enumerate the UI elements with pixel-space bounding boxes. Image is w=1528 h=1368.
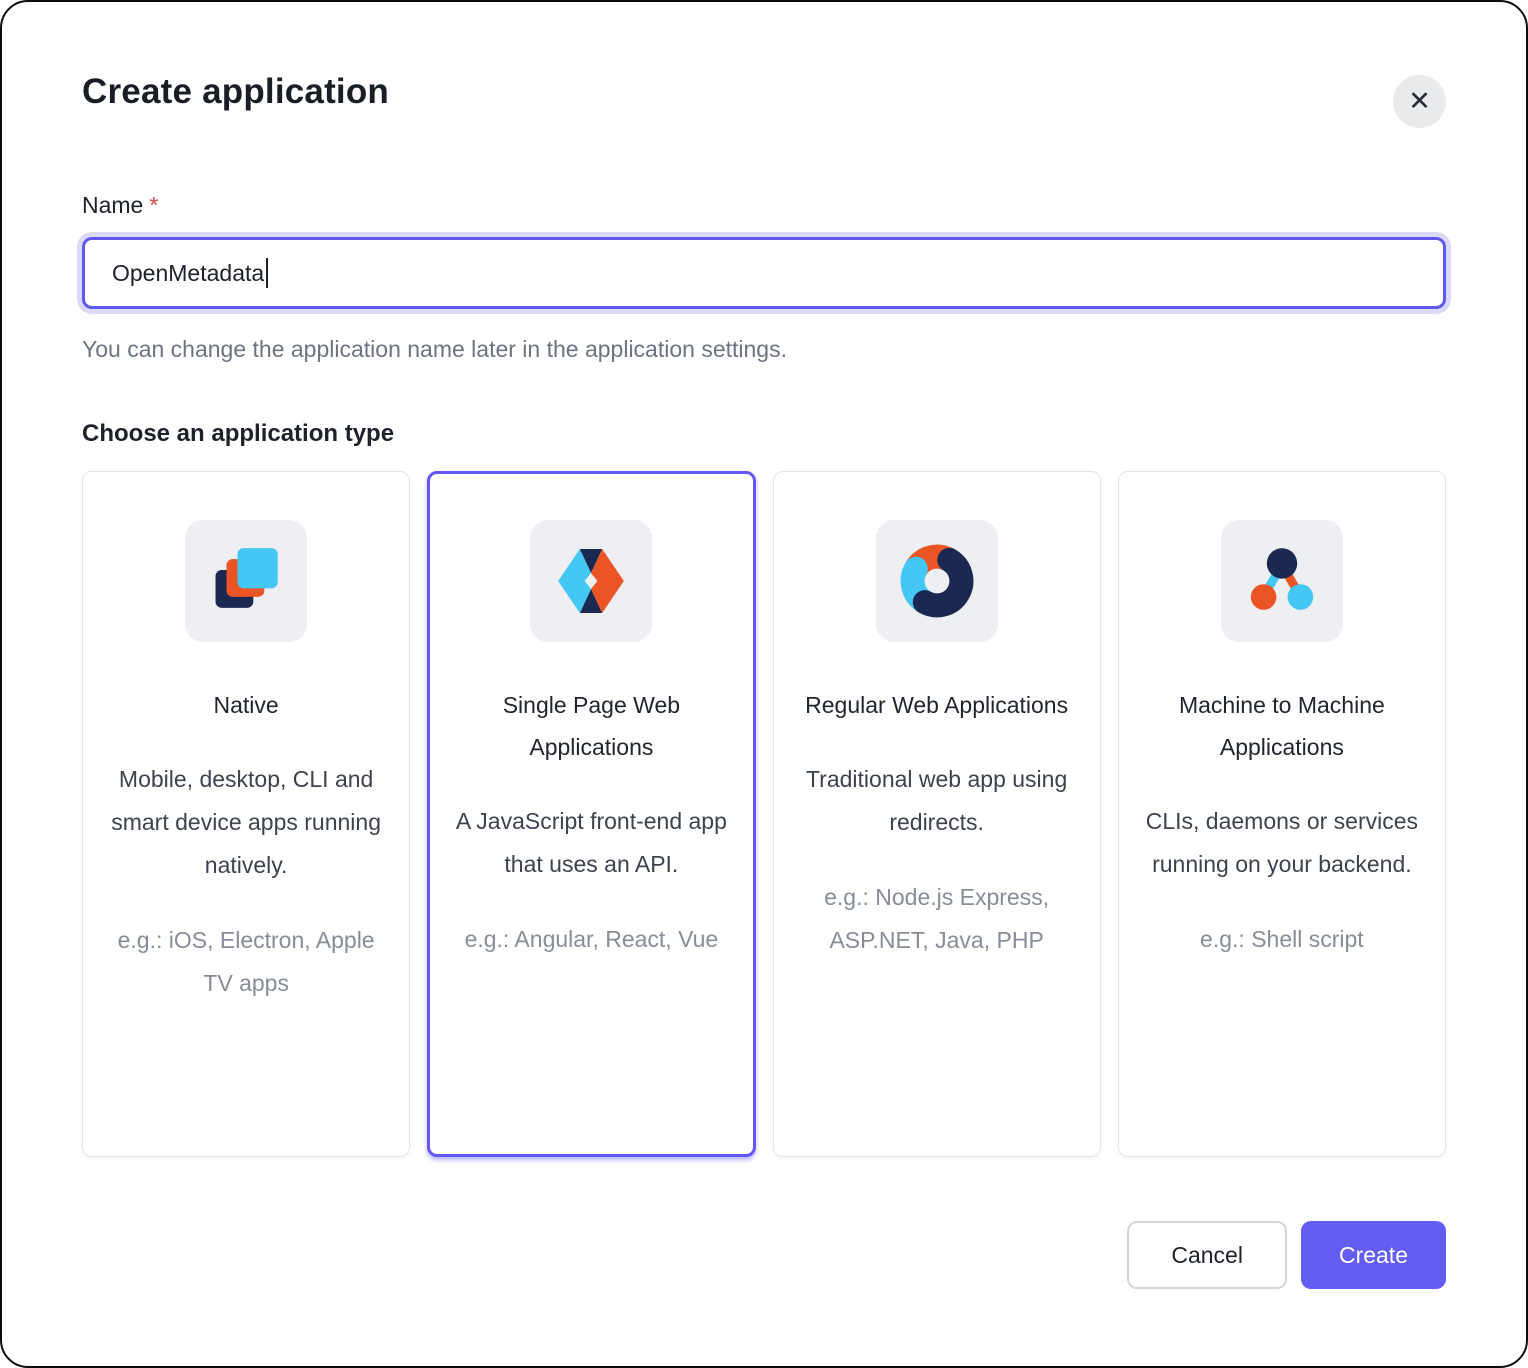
card-examples: e.g.: Angular, React, Vue — [450, 918, 732, 961]
name-label: Name* — [82, 192, 1446, 219]
card-native[interactable]: Native Mobile, desktop, CLI and smart de… — [82, 471, 410, 1157]
card-description: Mobile, desktop, CLI and smart device ap… — [105, 758, 387, 887]
card-description: CLIs, daemons or services running on you… — [1141, 800, 1423, 886]
spa-icon-tile — [530, 520, 652, 642]
native-stacked-squares-icon — [207, 542, 285, 620]
name-input-value: OpenMetadata — [112, 260, 264, 287]
card-regular-web[interactable]: Regular Web Applications Traditional web… — [773, 471, 1101, 1157]
card-single-page-web[interactable]: Single Page Web Applications A JavaScrip… — [427, 471, 755, 1157]
card-title: Single Page Web Applications — [450, 684, 732, 768]
required-asterisk: * — [149, 192, 158, 218]
text-caret — [266, 258, 268, 288]
regular-web-donut-icon — [897, 541, 977, 621]
m2m-icon-tile — [1221, 520, 1343, 642]
card-description: Traditional web app using redirects. — [796, 758, 1078, 844]
card-title: Machine to Machine Applications — [1141, 684, 1423, 768]
card-examples: e.g.: Shell script — [1141, 918, 1423, 961]
close-icon: ✕ — [1408, 88, 1431, 115]
native-icon-tile — [185, 520, 307, 642]
spa-hex-diamond-icon — [551, 541, 631, 621]
name-input[interactable]: OpenMetadata — [82, 237, 1446, 309]
card-description: A JavaScript front-end app that uses an … — [450, 800, 732, 886]
application-type-grid: Native Mobile, desktop, CLI and smart de… — [82, 471, 1446, 1157]
application-type-heading: Choose an application type — [82, 420, 1446, 448]
regular-web-icon-tile — [876, 520, 998, 642]
card-machine-to-machine[interactable]: Machine to Machine Applications CLIs, da… — [1118, 471, 1446, 1157]
card-title: Regular Web Applications — [796, 684, 1078, 726]
m2m-network-icon — [1242, 541, 1322, 621]
cancel-button[interactable]: Cancel — [1127, 1221, 1287, 1289]
card-examples: e.g.: iOS, Electron, Apple TV apps — [105, 919, 387, 1005]
close-button[interactable]: ✕ — [1393, 75, 1446, 128]
card-title: Native — [105, 684, 387, 726]
page-title: Create application — [82, 2, 1446, 112]
card-examples: e.g.: Node.js Express, ASP.NET, Java, PH… — [796, 876, 1078, 962]
name-helper-text: You can change the application name late… — [82, 336, 1446, 363]
dialog-footer: Cancel Create — [82, 1221, 1446, 1289]
create-button[interactable]: Create — [1301, 1221, 1446, 1289]
create-application-dialog: Create application ✕ Name* OpenMetadata … — [0, 0, 1528, 1368]
